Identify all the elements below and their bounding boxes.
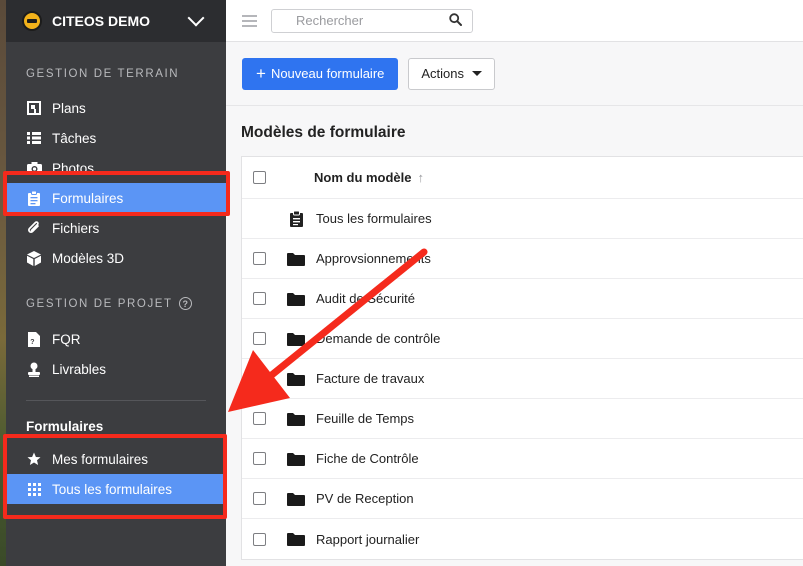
table-row[interactable]: Audit de Sécurité (242, 279, 803, 319)
folder-icon (276, 292, 316, 306)
table-header: Nom du modèle ↑ (242, 157, 803, 199)
clipboard-icon (276, 210, 316, 227)
clipboard-icon (26, 190, 42, 206)
section-title-project: GESTION DE PROJET ? (6, 297, 226, 310)
folder-icon (276, 412, 316, 426)
row-label: Fiche de Contrôle (316, 451, 419, 466)
table-row[interactable]: Tous les formulaires (242, 199, 803, 239)
row-label: PV de Reception (316, 491, 414, 506)
row-checkbox[interactable] (252, 452, 266, 465)
help-icon[interactable]: ? (178, 297, 192, 310)
sidebar-item-modeles-3d[interactable]: Modèles 3D (6, 243, 226, 273)
sidebar-item-label: Formulaires (52, 190, 124, 206)
folder-icon (276, 332, 316, 346)
sidebar-item-mes-formulaires[interactable]: Mes formulaires (6, 444, 226, 474)
row-label: Rapport journalier (316, 531, 420, 547)
search-icon[interactable] (449, 12, 462, 29)
sidebar-item-label: Livrables (52, 361, 107, 377)
row-label: Facture de travaux (316, 371, 425, 386)
row-checkbox[interactable] (252, 412, 266, 425)
sidebar-item-tous-les-formulaires[interactable]: Tous les formulaires (6, 474, 226, 504)
row-label: Feuille de Temps (316, 411, 415, 426)
sort-arrow-icon[interactable]: ↑ (418, 170, 425, 185)
plans-icon (26, 100, 42, 116)
tasks-icon (26, 130, 42, 146)
sidebar-item-label: Modèles 3D (52, 250, 125, 266)
column-header-name[interactable]: Nom du modèle ↑ (314, 170, 424, 185)
folder-icon (276, 452, 316, 466)
main-content: Rechercher + Nouveau formulaire Actions … (226, 0, 803, 566)
search-placeholder: Rechercher (296, 13, 364, 28)
caret-down-icon (472, 71, 483, 76)
templates-table: Nom du modèle ↑ Tous les formulaires Appr… (241, 156, 803, 560)
sidebar-item-label: Plans (52, 100, 86, 116)
folder-icon (276, 532, 316, 546)
menu-icon[interactable] (242, 14, 257, 27)
folder-icon (276, 372, 316, 386)
row-label: Audit de Sécurité (316, 291, 416, 306)
table-row[interactable]: Approvsionnements (242, 239, 803, 279)
actions-dropdown[interactable]: Actions (408, 57, 496, 90)
row-checkbox[interactable] (252, 332, 266, 345)
folder-icon (276, 252, 316, 266)
svg-text:?: ? (30, 339, 34, 346)
sidebar-item-label: Photos (52, 160, 95, 176)
org-name: CITEOS DEMO (52, 13, 151, 29)
sidebar-item-label: FQR (52, 331, 81, 347)
paperclip-icon (26, 220, 42, 236)
sidebar-item-formulaires[interactable]: Formulaires (6, 183, 226, 213)
grid-icon (26, 481, 42, 497)
row-label: Tous les formulaires (316, 211, 432, 226)
new-form-button[interactable]: + Nouveau formulaire (242, 57, 399, 90)
row-checkbox[interactable] (252, 492, 266, 505)
sidebar-item-label: Tous les formulaires (52, 481, 173, 497)
table-row[interactable]: PV de Reception (242, 479, 803, 519)
column-header-label: Nom du modèle (314, 170, 412, 185)
toolbar: + Nouveau formulaire Actions (226, 42, 803, 106)
table-row[interactable]: Feuille de Temps (242, 399, 803, 439)
table-row[interactable]: Demande de contrôle (242, 319, 803, 359)
page-title: Modèles de formulaire (241, 124, 406, 141)
sidebar-item-livrables[interactable]: Livrables (6, 354, 226, 384)
sidebar: CITEOS DEMO GESTION DE TERRAIN Plans Tâc… (6, 0, 226, 566)
section-title-project-label: GESTION DE PROJET (26, 297, 173, 310)
sidebar-item-label: Mes formulaires (52, 451, 149, 467)
table-row[interactable]: Fiche de Contrôle (242, 439, 803, 479)
sidebar-item-label: Tâches (52, 130, 97, 146)
search-input[interactable]: Rechercher (271, 8, 473, 33)
org-switcher[interactable]: CITEOS DEMO (6, 0, 226, 42)
sidebar-item-plans[interactable]: Plans (6, 93, 226, 123)
row-checkbox[interactable] (252, 372, 266, 385)
sidebar-item-tasks[interactable]: Tâches (6, 123, 226, 153)
star-icon (26, 451, 42, 467)
org-logo-icon (22, 11, 42, 31)
sidebar-item-label: Fichiers (52, 220, 100, 236)
folder-icon (276, 492, 316, 506)
row-checkbox[interactable] (252, 292, 266, 305)
row-checkbox[interactable] (252, 252, 266, 265)
row-label: Demande de contrôle (316, 331, 441, 346)
plus-icon: + (256, 64, 266, 83)
camera-icon (26, 160, 42, 176)
stamp-icon (26, 361, 42, 377)
new-form-label: Nouveau formulaire (270, 66, 385, 81)
chevron-down-icon[interactable] (187, 9, 205, 27)
table-row[interactable]: Rapport journalier (242, 519, 803, 559)
table-row[interactable]: Facture de travaux (242, 359, 803, 399)
sidebar-item-fichiers[interactable]: Fichiers (6, 213, 226, 243)
row-checkbox[interactable] (252, 532, 266, 546)
cube-icon (26, 250, 42, 266)
section-title-field: GESTION DE TERRAIN (26, 68, 180, 80)
actions-label: Actions (421, 66, 465, 81)
topbar: Rechercher (226, 0, 803, 42)
document-icon: ? (26, 331, 42, 347)
row-label: Approvsionnements (316, 251, 431, 266)
sidebar-item-photos[interactable]: Photos (6, 153, 226, 183)
select-all-checkbox[interactable] (252, 171, 266, 184)
forms-section-title: Formulaires (26, 419, 104, 434)
sidebar-item-fqr[interactable]: ? FQR (6, 324, 226, 354)
